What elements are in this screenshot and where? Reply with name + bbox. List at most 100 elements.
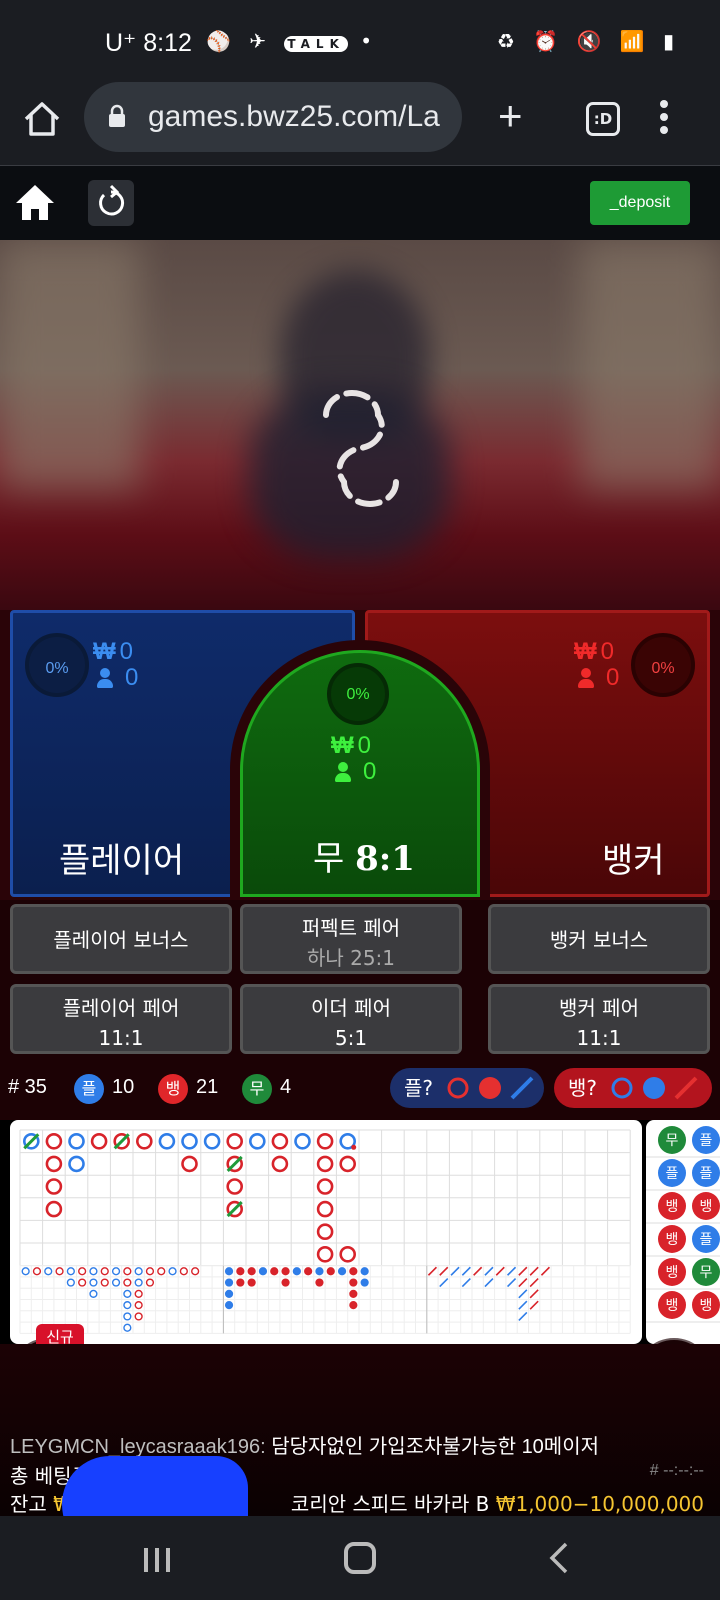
big-road-mark [226, 1178, 243, 1195]
small-road-mark [89, 1267, 98, 1276]
player-count: 0 [125, 664, 139, 691]
banker-predict-button[interactable]: 뱅? [554, 1068, 712, 1108]
refresh-icon [99, 184, 125, 216]
deposit-button[interactable]: _deposit [590, 181, 690, 225]
banker-percent: 0% [631, 633, 695, 697]
small-road-mark [134, 1301, 143, 1310]
small-road-mark [270, 1267, 279, 1276]
bead-label: 플 [700, 1166, 713, 1182]
small-road-mark [224, 1301, 234, 1310]
player-pair-button[interactable]: 플레이어 페어 11:1 [10, 984, 232, 1054]
chat-message: LEYGMCN_leycasraaak196: 담당자없인 가입조차불가능한 1… [10, 1430, 599, 1459]
small-road-mark [326, 1267, 335, 1276]
big-road-mark [113, 1132, 130, 1150]
small-road-mark [224, 1289, 234, 1298]
url-text: games.bwz25.com/La [148, 100, 440, 133]
banker-bonus-button[interactable]: 뱅커 보너스 [488, 904, 710, 974]
small-road-mark [134, 1289, 143, 1298]
banker-stats: ₩0 0 [574, 639, 619, 691]
big-road-mark [45, 1178, 63, 1195]
back-icon[interactable] [548, 1542, 570, 1574]
banker-pair-button[interactable]: 뱅커 페어 11:1 [488, 984, 710, 1054]
small-road-mark [55, 1267, 64, 1276]
status-time: U⁺ 8:12 [105, 29, 192, 57]
small-road-mark [518, 1300, 528, 1310]
banker-badge: 뱅 [158, 1074, 188, 1104]
bead-label: 플 [666, 1166, 679, 1182]
refresh-button[interactable] [88, 180, 134, 226]
small-road-mark [506, 1266, 517, 1276]
bead-label: 플 [700, 1232, 713, 1248]
small-road-mark [44, 1267, 53, 1276]
small-road-mark [111, 1267, 121, 1276]
small-road-mark [258, 1267, 268, 1276]
won-icon: ₩ [574, 638, 597, 665]
browser-menu-icon[interactable] [660, 100, 670, 140]
nav-home-icon[interactable] [344, 1542, 376, 1574]
big-road-mark [90, 1132, 108, 1150]
big-road-mark [203, 1132, 221, 1150]
bead-road-scoreboard[interactable] [10, 1120, 642, 1344]
either-pair-button[interactable]: 이더 페어 5:1 [240, 984, 462, 1054]
big-road-mark [45, 1200, 63, 1218]
site-home-icon[interactable] [14, 182, 56, 222]
tab-switcher-button[interactable]: :D [586, 102, 620, 136]
small-road-mark [89, 1278, 98, 1287]
chat-user: LEYGMCN_leycasraaak196: [10, 1436, 266, 1458]
small-road-mark [529, 1289, 539, 1299]
bead: 뱅 [658, 1291, 686, 1319]
small-road-mark [540, 1266, 551, 1276]
predict-icons [447, 1076, 534, 1100]
bead: 뱅 [658, 1225, 686, 1253]
tie-stats: ₩0 0 [331, 733, 376, 785]
big-road-mark [158, 1132, 176, 1150]
new-tab-icon[interactable]: + [498, 94, 523, 138]
perfect-pair-button[interactable]: 퍼펙트 페어 하나 25:1 [240, 904, 462, 974]
chat-text: 담당자없인 가입조차불가능한 10메이저 [271, 1436, 600, 1458]
bead: 뱅 [692, 1291, 720, 1319]
bead: 뱅 [658, 1258, 686, 1286]
tie-percent: 0% [327, 663, 389, 725]
small-road-mark [247, 1278, 256, 1287]
player-predict-button[interactable]: 플? [390, 1068, 544, 1108]
small-road-mark [349, 1267, 358, 1276]
small-road-mark [100, 1278, 109, 1287]
person-icon [578, 668, 594, 688]
small-road-mark [123, 1312, 132, 1321]
small-road-mark [168, 1267, 177, 1276]
big-road-mark [249, 1132, 266, 1150]
small-road-mark [349, 1301, 358, 1310]
tie-bet-area[interactable]: 0% ₩0 0 무 8:1 [240, 650, 480, 897]
player-badge: 플 [74, 1074, 104, 1104]
bead: 플 [658, 1159, 686, 1187]
banker-label: 뱅커 [602, 841, 665, 881]
won-icon: ₩ [93, 638, 116, 665]
bead-label: 뱅 [666, 1298, 679, 1314]
player-bonus-button[interactable]: 플레이어 보너스 [10, 904, 232, 974]
small-road-mark [349, 1289, 358, 1298]
site-header: _deposit [0, 166, 720, 240]
live-video-stream [0, 240, 720, 610]
small-road-mark [21, 1267, 30, 1276]
predict-icons [611, 1076, 698, 1100]
small-road-mark [32, 1267, 42, 1276]
small-road-mark [145, 1278, 155, 1287]
banker-wins: 21 [196, 1076, 219, 1098]
address-bar[interactable]: games.bwz25.com/La [84, 82, 462, 152]
small-road-mark [66, 1267, 75, 1276]
browser-home-icon[interactable] [22, 99, 62, 139]
small-road-mark [529, 1266, 539, 1276]
recent-apps-icon[interactable] [144, 1548, 172, 1572]
bead-label: 뱅 [666, 1199, 679, 1215]
notification-icons: ⚾ ✈ TALK • [206, 29, 379, 53]
big-road-mark [316, 1223, 334, 1240]
small-road-mark [484, 1266, 494, 1276]
bead: 플 [692, 1225, 720, 1253]
bead-label: 뱅 [700, 1199, 713, 1215]
small-road-mark [484, 1277, 494, 1288]
bead-plate[interactable]: 무플플플뱅뱅뱅플뱅무뱅뱅 [646, 1120, 720, 1344]
small-road-mark [123, 1289, 132, 1298]
small-road-mark [439, 1266, 449, 1276]
small-road-mark [281, 1267, 290, 1276]
big-road-mark [339, 1155, 357, 1173]
